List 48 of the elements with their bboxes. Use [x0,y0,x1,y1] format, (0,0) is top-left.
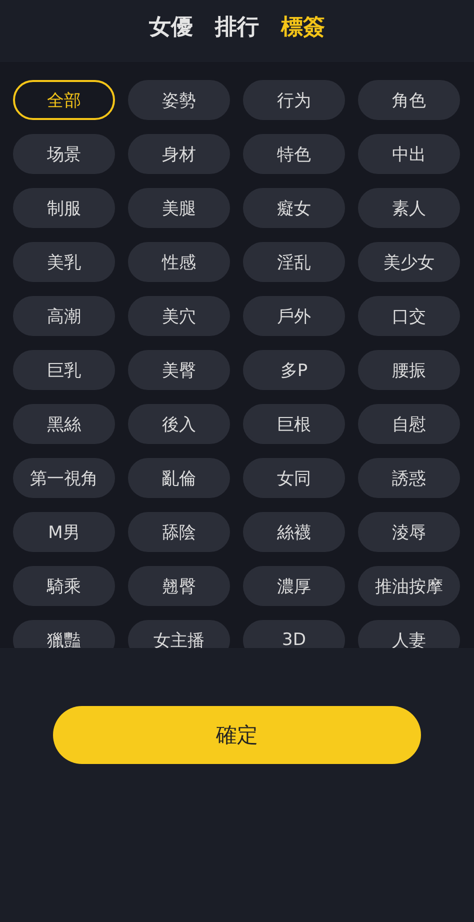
tag-chip[interactable]: 第一視角 [13,458,115,498]
tag-chip[interactable]: 特色 [243,134,345,174]
tag-chip[interactable]: 巨乳 [13,350,115,390]
tag-chip[interactable]: 淫乱 [243,242,345,282]
tag-chip[interactable]: 巨根 [243,404,345,444]
tag-chip[interactable]: 淩辱 [358,512,460,552]
tag-chip[interactable]: 腰振 [358,350,460,390]
tag-chip[interactable]: 美乳 [13,242,115,282]
tag-chip[interactable]: 騎乘 [13,566,115,606]
tag-chip[interactable]: 性感 [128,242,230,282]
tag-chip[interactable]: 制服 [13,188,115,228]
tag-chip[interactable]: 美腿 [128,188,230,228]
tag-chip[interactable]: 美臀 [128,350,230,390]
tag-chip[interactable]: 身材 [128,134,230,174]
tag-chip[interactable]: 絲襪 [243,512,345,552]
tag-chip[interactable]: 姿勢 [128,80,230,120]
tag-chip[interactable]: 行为 [243,80,345,120]
tag-chip[interactable]: 獵豔 [13,620,115,648]
tag-chip[interactable]: 女同 [243,458,345,498]
tag-chip[interactable]: 推油按摩 [358,566,460,606]
tag-chip[interactable]: 素人 [358,188,460,228]
tag-chip[interactable]: 舔陰 [128,512,230,552]
tag-chip[interactable]: M男 [13,512,115,552]
tag-chip[interactable]: 全部 [13,80,115,120]
tag-chip[interactable]: 濃厚 [243,566,345,606]
tag-chip[interactable]: 中出 [358,134,460,174]
tab[interactable]: 排行 [215,12,259,52]
tab[interactable]: 女優 [149,12,193,52]
tag-chip[interactable]: 女主播 [128,620,230,648]
tag-chip[interactable]: 3D [243,620,345,648]
tag-chip[interactable]: 多P [243,350,345,390]
tag-chip[interactable]: 美穴 [128,296,230,336]
tag-chip[interactable]: 後入 [128,404,230,444]
tag-chip[interactable]: 人妻 [358,620,460,648]
tag-chip[interactable]: 角色 [358,80,460,120]
tag-chip[interactable]: 自慰 [358,404,460,444]
tag-chip[interactable]: 癡女 [243,188,345,228]
tag-chip[interactable]: 誘惑 [358,458,460,498]
tag-chip[interactable]: 戶外 [243,296,345,336]
confirm-button[interactable]: 確定 [53,706,421,764]
tag-chip[interactable]: 高潮 [13,296,115,336]
tag-chip[interactable]: 口交 [358,296,460,336]
tag-chip[interactable]: 翹臀 [128,566,230,606]
tab[interactable]: 標簽 [281,12,325,52]
tag-chip[interactable]: 黑絲 [13,404,115,444]
tag-chip[interactable]: 场景 [13,134,115,174]
tag-chip[interactable]: 美少女 [358,242,460,282]
tag-chip[interactable]: 亂倫 [128,458,230,498]
